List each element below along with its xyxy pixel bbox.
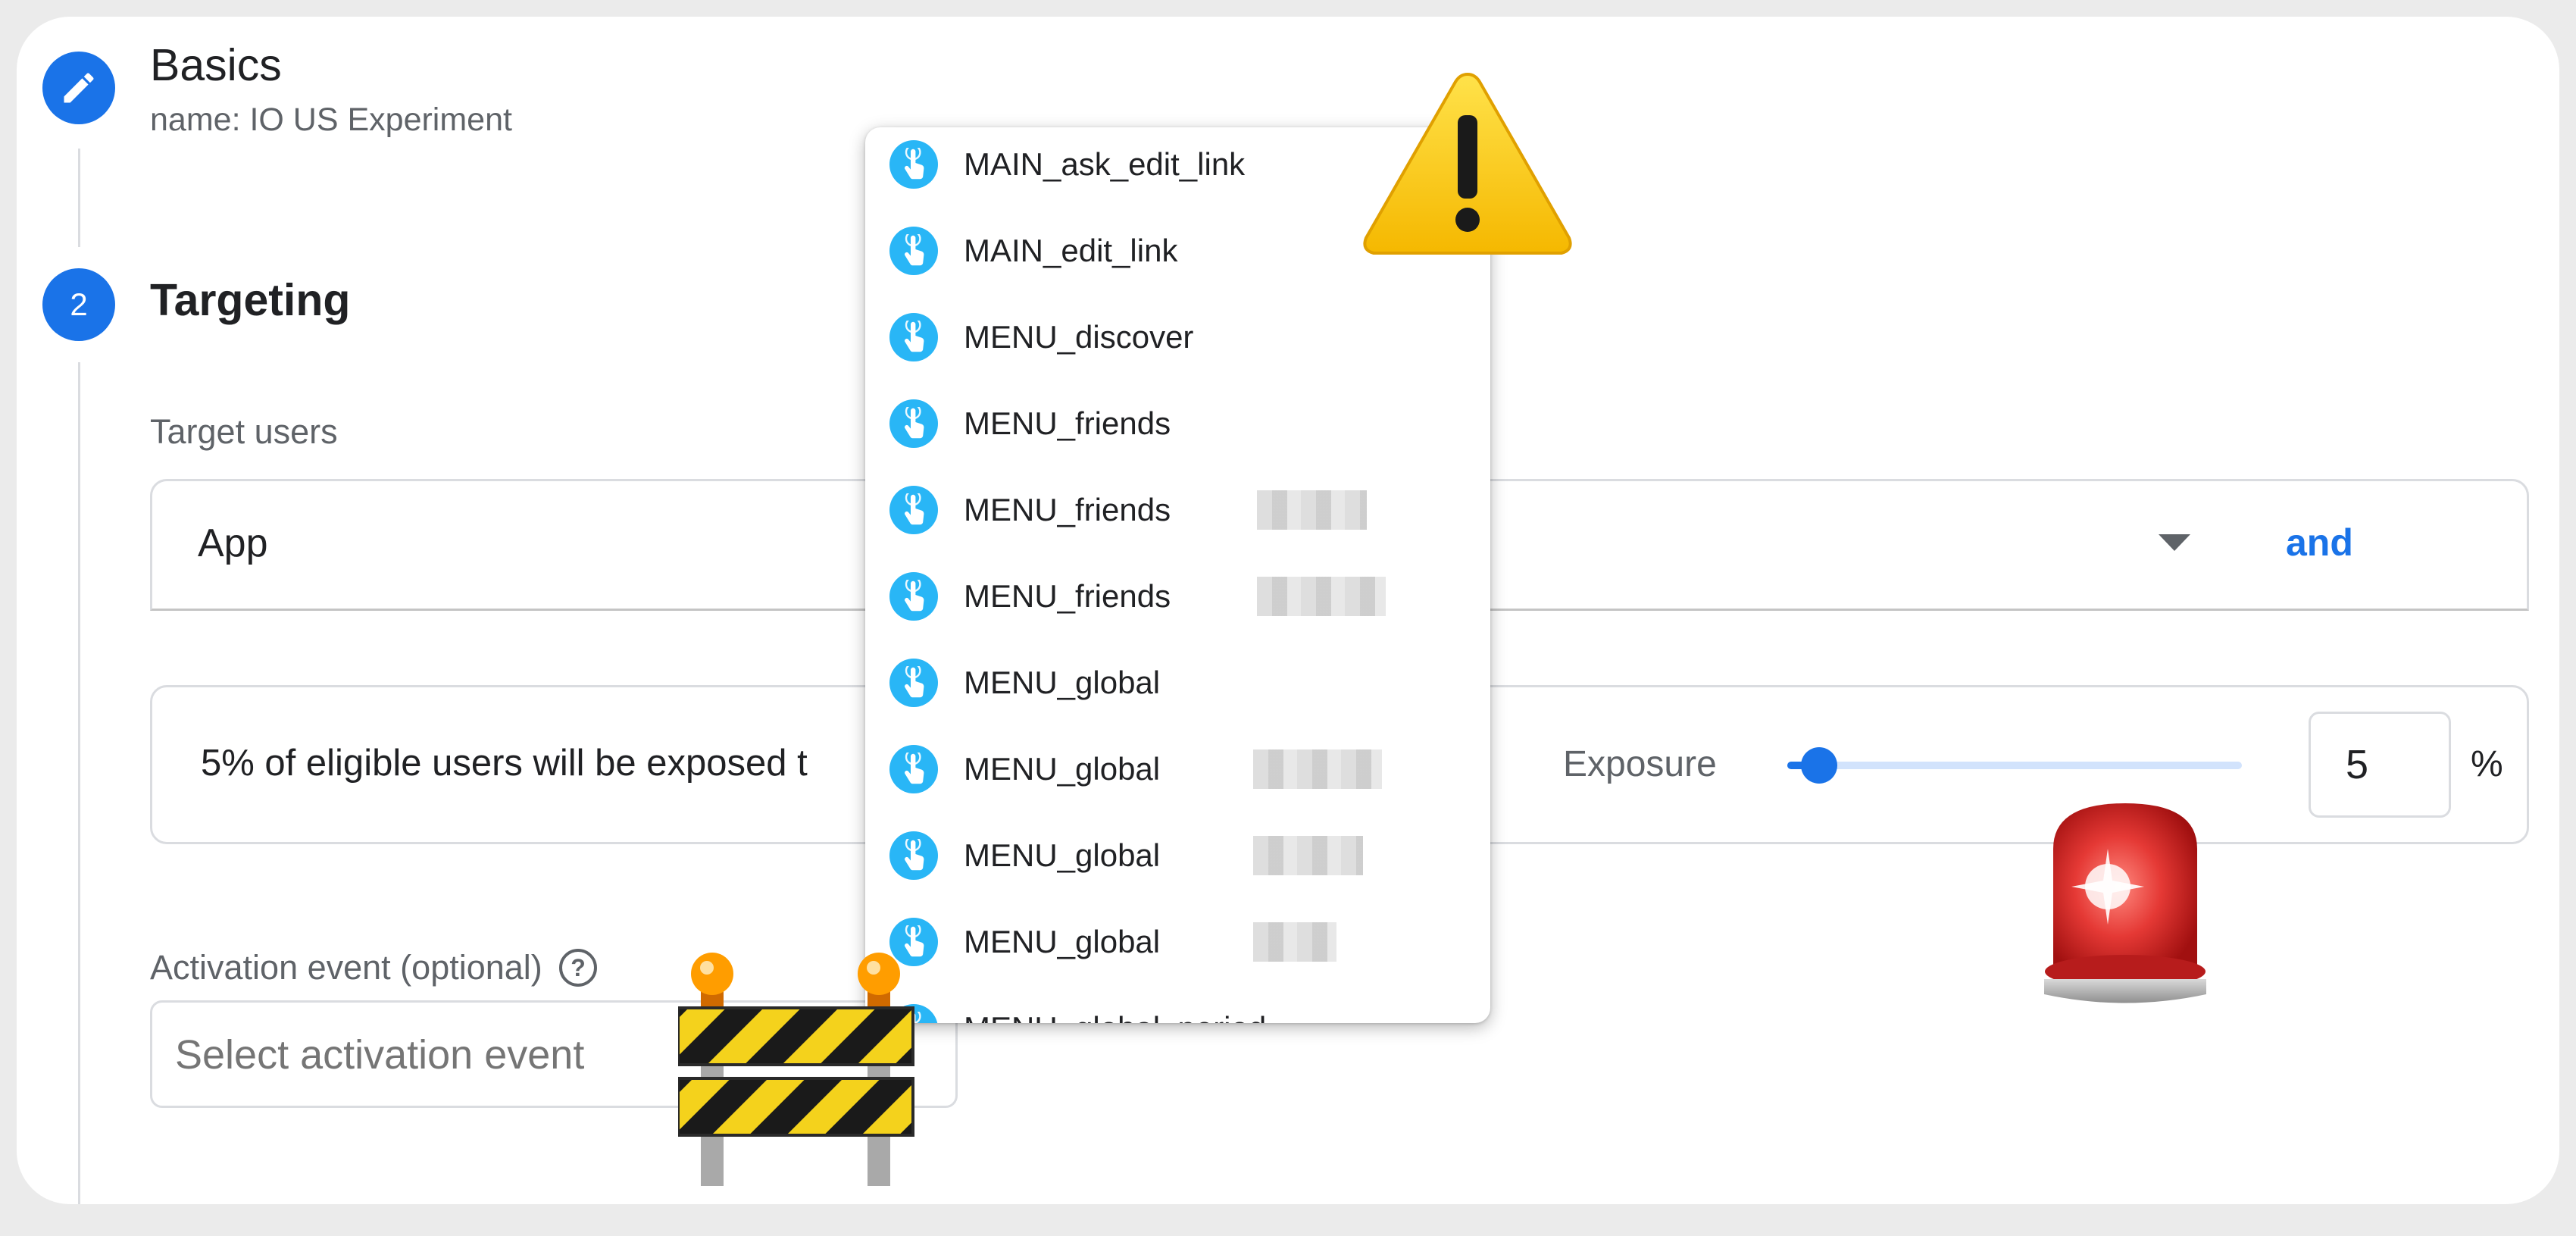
- event-list-item[interactable]: MENU_global: [865, 812, 1490, 899]
- touch-hand-icon: [889, 831, 938, 880]
- targeting-step-circle[interactable]: 2: [42, 268, 115, 341]
- event-dropdown-list[interactable]: MAIN_ask_edit_link MAIN_edit_link MENU_dis…: [865, 127, 1490, 1023]
- basics-step-circle[interactable]: [42, 52, 115, 124]
- event-list-item-label: MENU_friends: [964, 578, 1171, 614]
- exposure-description: 5% of eligible users will be exposed t: [201, 743, 808, 784]
- exposure-input[interactable]: 5: [2309, 712, 2451, 818]
- redacted-text-blur: [1253, 836, 1363, 875]
- touch-hand-icon: [889, 745, 938, 793]
- event-list-item-label: MAIN_ask_edit_link: [964, 146, 1246, 182]
- touch-hand-icon: [889, 140, 938, 189]
- touch-hand-icon: [889, 572, 938, 621]
- basics-title: Basics: [150, 40, 282, 90]
- event-list-item-label: MENU_friends: [964, 405, 1171, 441]
- touch-hand-icon: [889, 227, 938, 275]
- touch-hand-icon: [889, 486, 938, 534]
- exposure-input-value: 5: [2346, 742, 2369, 787]
- event-list-item-label: MENU_global_period: [964, 1010, 1266, 1023]
- event-list-item-label: MENU_discover: [964, 319, 1194, 355]
- and-button[interactable]: and: [2286, 521, 2353, 565]
- redacted-text-blur: [1253, 749, 1382, 789]
- redacted-text-blur: [1257, 490, 1367, 530]
- touch-hand-icon: [889, 399, 938, 448]
- targeting-step-number: 2: [70, 286, 88, 322]
- step-connector-line: [78, 149, 80, 247]
- pencil-icon: [64, 73, 94, 103]
- redacted-text-blur: [1257, 577, 1386, 616]
- svg-text:?: ?: [571, 954, 586, 981]
- targeting-title: Targeting: [150, 275, 351, 325]
- event-list-item-label: MENU_global: [964, 924, 1161, 959]
- targeting-connector-line: [78, 362, 80, 1204]
- event-list-item[interactable]: MENU_global: [865, 726, 1490, 812]
- event-list-item[interactable]: MENU_global: [865, 640, 1490, 726]
- exposure-slider-track: [1787, 762, 2242, 769]
- event-list-item-label: MAIN_edit_link: [964, 233, 1178, 268]
- event-list-item-label: MENU_friends: [964, 492, 1171, 527]
- app-select-value: App: [198, 521, 268, 565]
- activation-event-label-text: Activation event (optional): [150, 948, 542, 987]
- event-list-item[interactable]: MENU_friends: [865, 380, 1490, 467]
- exposure-percent-unit: %: [2471, 744, 2503, 784]
- help-circle-icon[interactable]: ?: [558, 947, 599, 988]
- event-list-item[interactable]: MENU_discover: [865, 294, 1490, 380]
- event-list-item[interactable]: MENU_global: [865, 899, 1490, 985]
- event-list-item[interactable]: MENU_global_period: [865, 985, 1490, 1023]
- caret-down-icon[interactable]: [2159, 534, 2190, 552]
- exposure-label: Exposure: [1563, 744, 1717, 784]
- touch-hand-icon: [889, 659, 938, 707]
- warning-sign-icon: [1363, 72, 1572, 255]
- target-users-label: Target users: [150, 412, 338, 451]
- exposure-slider-thumb[interactable]: [1801, 747, 1837, 784]
- event-list-item[interactable]: MENU_friends: [865, 553, 1490, 640]
- activation-event-label: Activation event (optional) ?: [150, 947, 599, 988]
- event-list-item-label: MENU_global: [964, 837, 1161, 873]
- basics-subtitle: name: IO US Experiment: [150, 102, 512, 138]
- redacted-text-blur: [1253, 922, 1336, 962]
- exposure-slider[interactable]: [1787, 747, 2242, 784]
- event-list-item-label: MENU_global: [964, 751, 1161, 787]
- activation-event-placeholder: Select activation event: [175, 1032, 585, 1078]
- construction-barrier-icon: [678, 953, 914, 1186]
- touch-hand-icon: [889, 313, 938, 361]
- event-list-item-label: MENU_global: [964, 665, 1161, 700]
- siren-light-icon: [2044, 803, 2206, 1003]
- event-list-item[interactable]: MENU_friends: [865, 467, 1490, 553]
